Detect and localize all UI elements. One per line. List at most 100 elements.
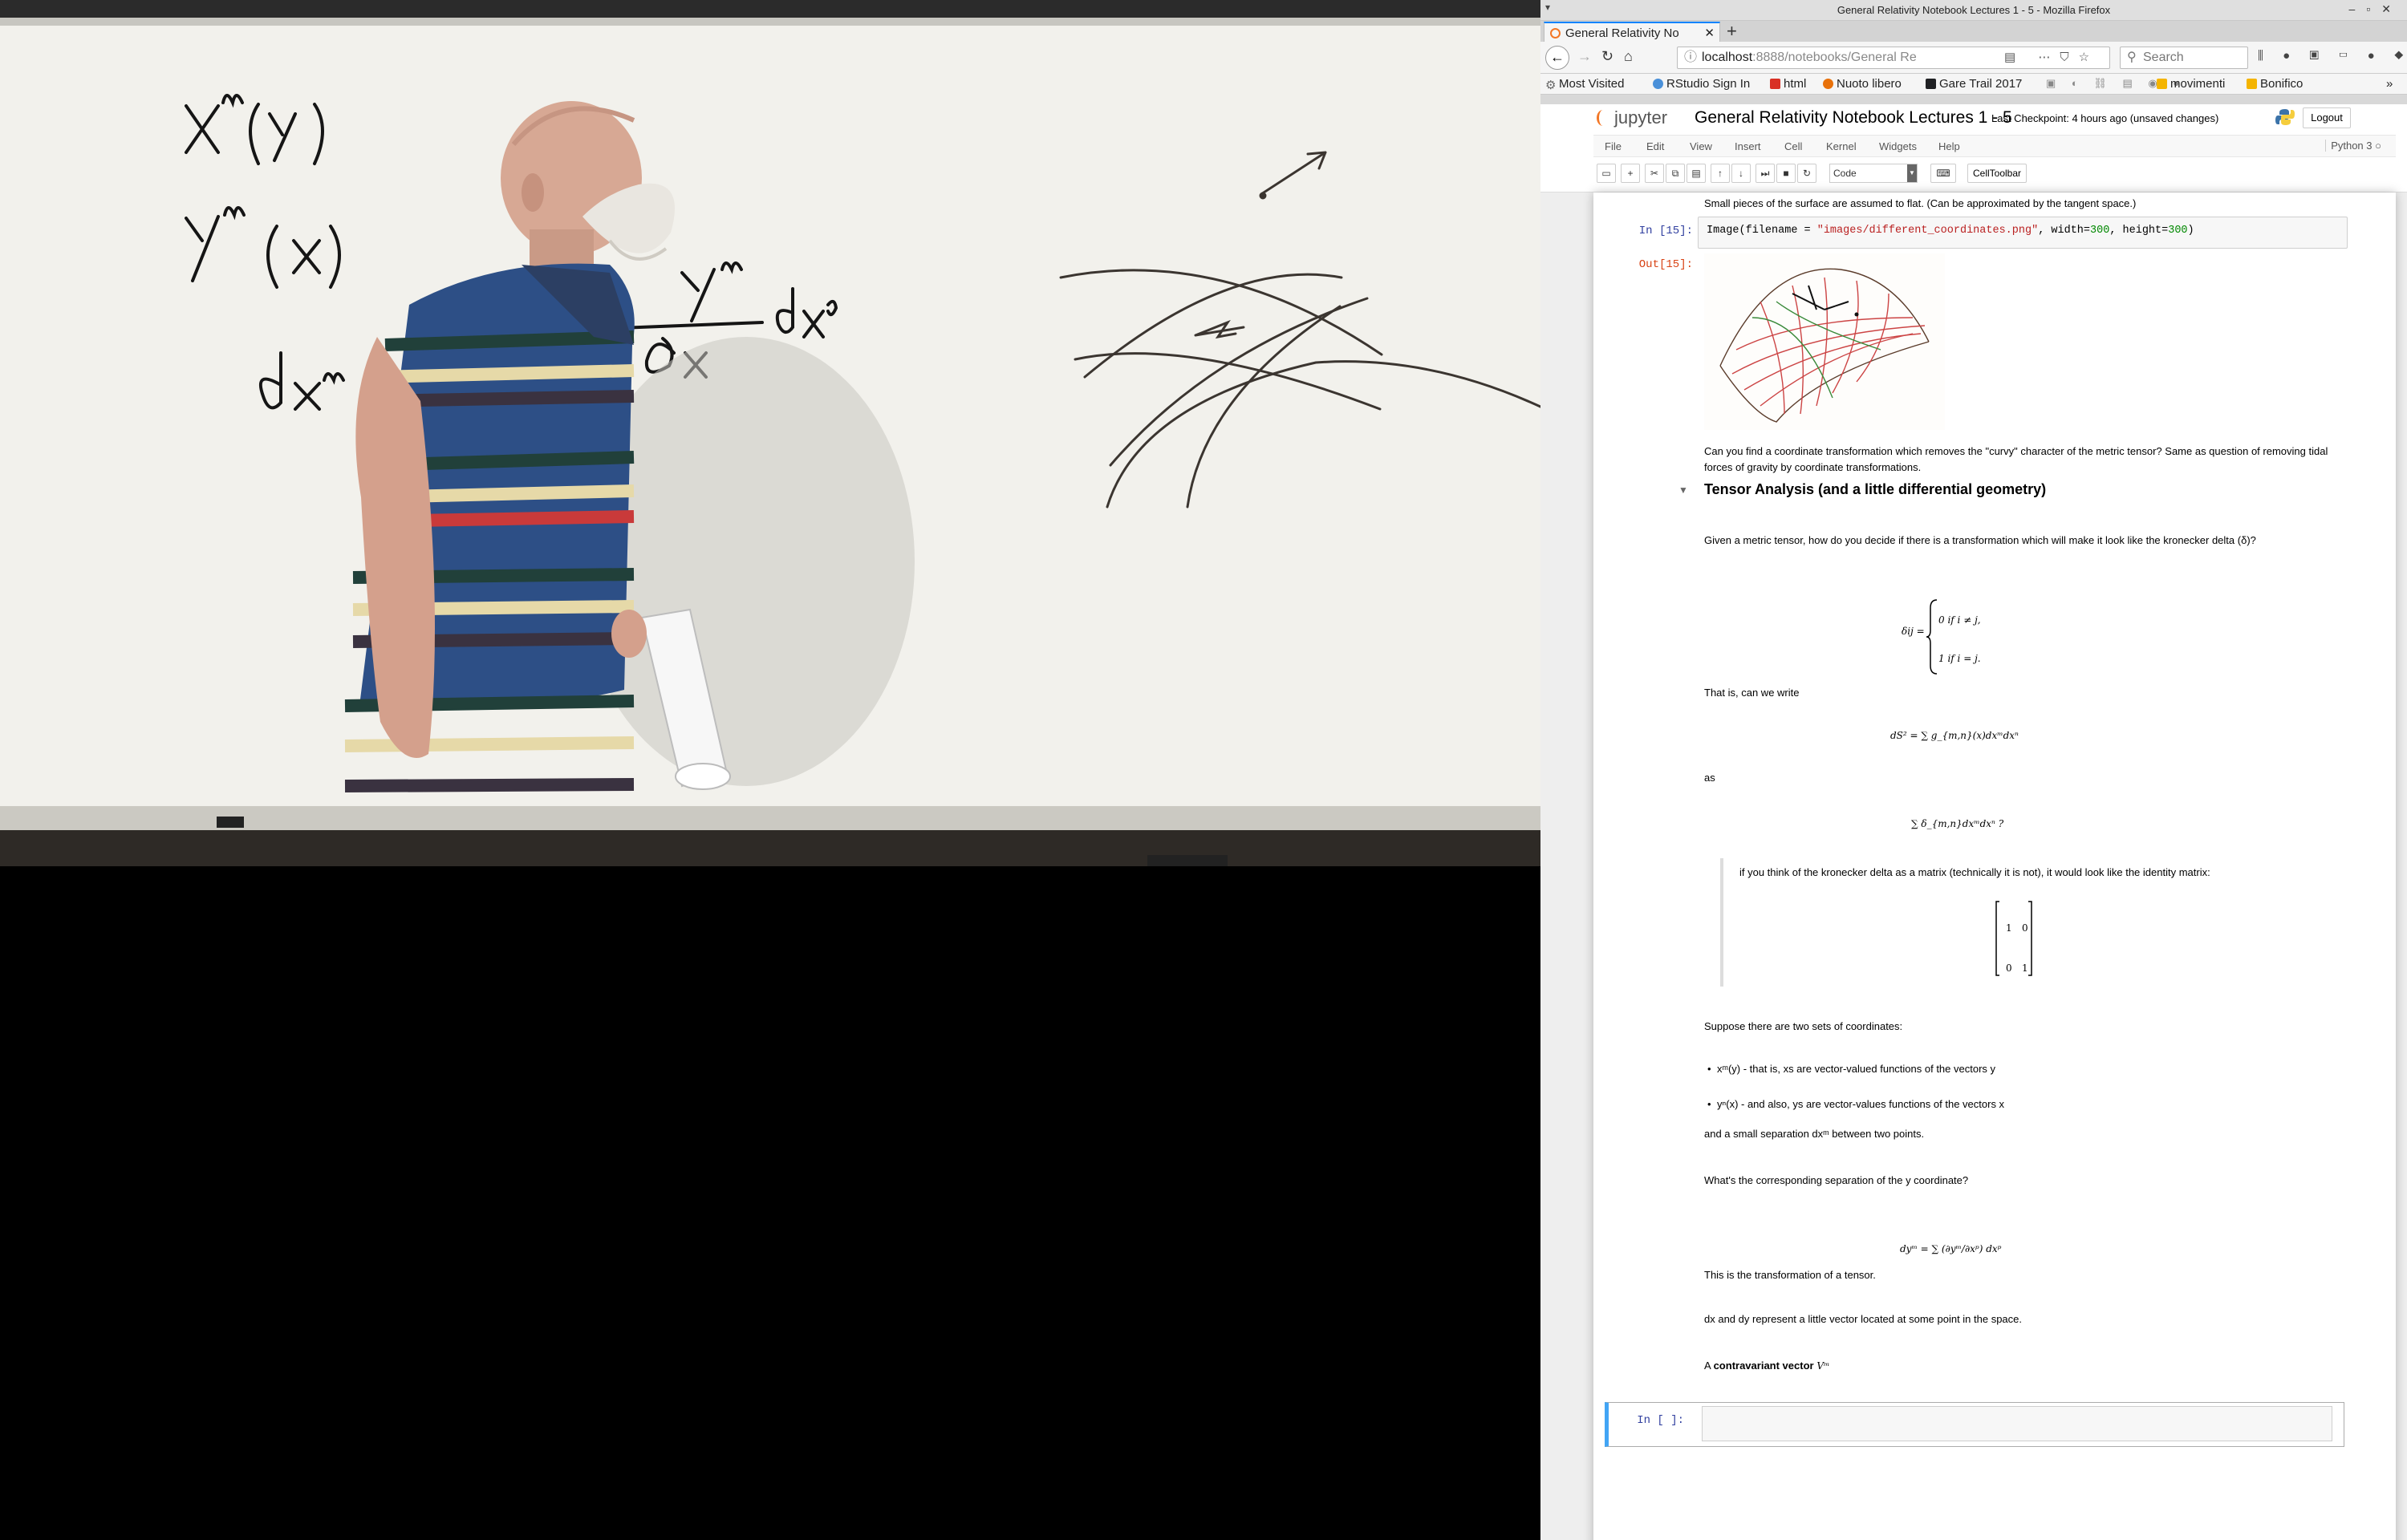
search-placeholder: Search (2143, 51, 2184, 64)
checkpoint-status: Last Checkpoint: 4 hours ago (unsaved ch… (1991, 112, 2219, 124)
move-up-icon[interactable]: ↑ (1711, 164, 1730, 183)
menu-view[interactable]: View (1690, 140, 1712, 152)
video-letterbox (0, 866, 1540, 1540)
reload-button[interactable]: ↻ (1601, 48, 1613, 65)
tab-notebook[interactable]: General Relativity No ✕ (1544, 22, 1720, 42)
active-empty-cell[interactable]: In [ ]: (1605, 1402, 2344, 1447)
in15-prompt: In [15]: (1638, 225, 1693, 237)
back-button[interactable]: ← (1545, 46, 1569, 70)
matrix-a11: 1 (2006, 922, 2012, 934)
bookmark-html[interactable]: html (1770, 77, 1806, 91)
dy-equation: dyᵐ = ∑ (∂yᵐ/∂xᵖ) dxᵖ (1900, 1243, 2002, 1254)
copy-icon[interactable]: ⧉ (1666, 164, 1685, 183)
new-tab-button[interactable]: + (1727, 22, 1737, 41)
lecture-video[interactable] (0, 0, 1540, 866)
heading-tensor-analysis: Tensor Analysis (and a little differenti… (1704, 481, 2047, 497)
nav-toolbar: ← → ↻ ⌂ ⓘ localhost:8888/notebooks/Gener… (1540, 42, 2407, 74)
video-frame (0, 0, 1540, 866)
url-bar-actions[interactable]: ▤ ⋯⛉☆ (2004, 50, 2099, 64)
empty-cell-input[interactable] (1702, 1406, 2332, 1441)
cell-type-select[interactable]: Code ▼ (1829, 164, 1918, 183)
insert-cell-icon[interactable]: + (1621, 164, 1640, 183)
logout-button[interactable]: Logout (2303, 107, 2351, 128)
notebook-container: Small pieces of the surface are assumed … (1593, 192, 2396, 1540)
notebook-title[interactable]: General Relativity Notebook Lectures 1 -… (1695, 108, 2012, 128)
in15-code[interactable]: Image(filename = "images/different_coord… (1698, 217, 2348, 249)
tab-title: General Relativity No (1565, 26, 1679, 40)
jupyter-logo-icon (1597, 110, 1609, 126)
home-button[interactable]: ⌂ (1624, 48, 1633, 65)
jupyter-favicon-icon (1550, 28, 1561, 38)
md-curvy-question: Can you find a coordinate transformation… (1704, 445, 2328, 473)
menu-kernel[interactable]: Kernel (1826, 140, 1857, 152)
md-separation: and a small separation dxᵐ between two p… (1704, 1128, 1925, 1140)
sum-delta-equation: ∑ δ_{m,n}dxᵐdxⁿ ? (1911, 818, 2004, 829)
forward-button[interactable]: → (1577, 48, 1592, 65)
toolbar-extension-icons[interactable]: ⫼ ● ▣ ▭ ● ◆ ▪ ⛉ ≡ (2258, 49, 2407, 63)
save-icon[interactable]: ▭ (1597, 164, 1616, 183)
move-down-icon[interactable]: ↓ (1731, 164, 1751, 183)
collapse-heading-icon[interactable]: ▼ (1678, 484, 1688, 496)
celltoolbar-button[interactable]: CellToolbar (1967, 164, 2027, 183)
python-logo-icon (2275, 109, 2295, 125)
restart-icon[interactable]: ↻ (1797, 164, 1816, 183)
jupyter-logo[interactable]: jupyter (1597, 107, 1667, 128)
bookmark-movimenti[interactable]: movimenti (2157, 77, 2225, 91)
out15-image (1704, 253, 1945, 430)
ds2-equation: dS² = ∑ g_{m,n}(x)dxᵐdxⁿ (1890, 730, 2019, 741)
jupyter-page: jupyter General Relativity Notebook Lect… (1540, 104, 2407, 1540)
bookmark-bonifico[interactable]: Bonifico (2247, 77, 2303, 91)
menu-help[interactable]: Help (1938, 140, 1960, 152)
cut-icon[interactable]: ✂ (1645, 164, 1664, 183)
title-bar: ▾ General Relativity Notebook Lectures 1… (1540, 0, 2407, 21)
md-whats: What's the corresponding separation of t… (1704, 1174, 1969, 1186)
search-box[interactable]: ⚲ Search (2120, 47, 2248, 69)
kernel-status-icon: ○ (2375, 140, 2381, 152)
url-host: localhost (1702, 51, 1753, 64)
url-path: :8888/notebooks/General Re (1752, 51, 1917, 64)
md-dx-dy: dx and dy represent a little vector loca… (1704, 1313, 2023, 1325)
search-icon: ⚲ (2127, 51, 2137, 64)
md-top-text: Small pieces of the surface are assumed … (1704, 197, 2137, 209)
menu-cell[interactable]: Cell (1784, 140, 1802, 152)
close-tab-icon[interactable]: ✕ (1701, 26, 1715, 40)
screen: ▾ General Relativity Notebook Lectures 1… (0, 0, 2407, 1540)
out15-prompt: Out[15]: (1638, 258, 1693, 271)
run-icon[interactable]: ⏭ (1756, 164, 1775, 183)
md-transformation: This is the transformation of a tensor. (1704, 1269, 1876, 1281)
bookmarks-toolbar: ⚙ Most Visited RStudio Sign In html Nuoto… (1540, 74, 2407, 95)
delta-brace (1926, 599, 1938, 675)
delta-lhs: δij = (1902, 626, 1925, 637)
window-controls[interactable]: –▫✕ (2349, 2, 2402, 16)
bookmark-gare-trail[interactable]: Gare Trail 2017 (1926, 77, 2022, 91)
menu-widgets[interactable]: Widgets (1879, 140, 1917, 152)
md-that-is: That is, can we write (1704, 687, 1800, 699)
site-info-icon[interactable]: ⓘ (1684, 47, 1697, 68)
md-given-metric: Given a metric tensor, how do you decide… (1704, 534, 2256, 546)
kernel-indicator: Python 3 ○ (2325, 140, 2381, 152)
blockquote-identity: if you think of the kronecker delta as a… (1720, 858, 2346, 987)
matrix-a22: 1 (2022, 962, 2028, 974)
bullet-y-of-x: yⁿ(x) - and also, ys are vector-values f… (1707, 1098, 2004, 1110)
delta-case-1: 1 if i = j. (1938, 653, 1981, 664)
md-as: as (1704, 772, 1715, 784)
bookmarks-overflow-icon[interactable]: » (2386, 77, 2393, 91)
keyboard-icon[interactable]: ⌨ (1930, 164, 1956, 183)
notebook-menubar: File Edit View Insert Cell Kernel Widget… (1593, 135, 2396, 157)
quote-text: if you think of the kronecker delta as a… (1739, 866, 2210, 878)
stop-icon[interactable]: ■ (1776, 164, 1796, 183)
chevron-down-icon: ▼ (1907, 164, 1917, 182)
menu-file[interactable]: File (1605, 140, 1622, 152)
matrix-a12: 0 (2022, 922, 2028, 934)
bullet-x-of-y: xᵐ(y) - that is, xs are vector-valued fu… (1707, 1063, 1995, 1075)
matrix-a21: 0 (2006, 962, 2012, 974)
bookmark-most-visited[interactable]: ⚙ Most Visited (1545, 77, 1624, 92)
tab-strip: General Relativity No ✕ + (1540, 21, 2407, 42)
window-title: General Relativity Notebook Lectures 1 -… (1837, 4, 2111, 16)
bookmark-nuoto-libero[interactable]: Nuoto libero (1823, 77, 1902, 91)
menu-insert[interactable]: Insert (1735, 140, 1761, 152)
firefox-window: ▾ General Relativity Notebook Lectures 1… (1540, 0, 2407, 1540)
bookmark-rstudio[interactable]: RStudio Sign In (1653, 77, 1750, 91)
paste-icon[interactable]: ▤ (1687, 164, 1706, 183)
menu-edit[interactable]: Edit (1646, 140, 1664, 152)
